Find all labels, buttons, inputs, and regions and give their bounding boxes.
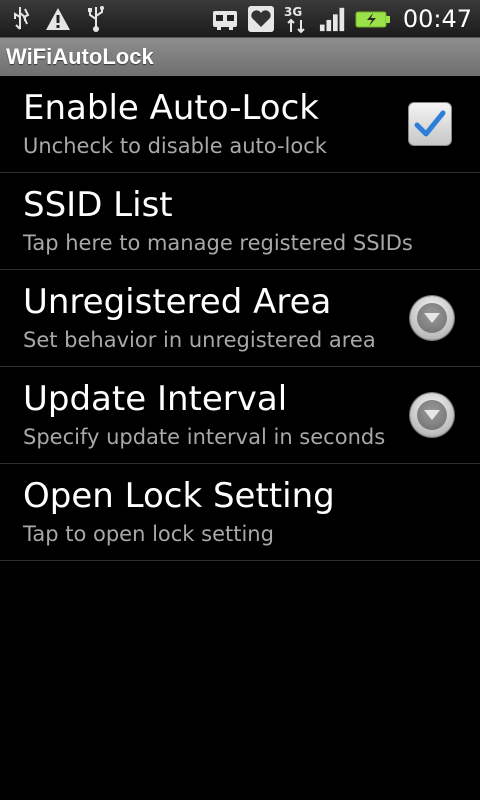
network-type-label: 3G [284,5,302,19]
pref-title: Open Lock Setting [23,476,335,516]
enable-auto-lock-checkbox[interactable] [408,102,452,146]
pref-title: Update Interval [23,379,288,419]
pref-ssid-list[interactable]: SSID List Tap here to manage registered … [0,173,480,270]
status-bar-right: 3G 00:47 [211,0,472,38]
usb-icon [82,5,110,33]
preferences-list: Enable Auto-Lock Uncheck to disable auto… [0,76,480,561]
pref-summary: Tap here to manage registered SSIDs [23,231,413,255]
warning-icon [44,5,72,33]
pref-title: Unregistered Area [23,282,332,322]
pref-summary: Uncheck to disable auto-lock [23,134,327,158]
checkmark-icon [414,110,446,137]
unregistered-area-dropdown[interactable] [410,296,454,340]
status-clock: 00:47 [402,5,472,33]
pref-update-interval[interactable]: Update Interval Specify update interval … [0,367,480,464]
pref-enable-auto-lock[interactable]: Enable Auto-Lock Uncheck to disable auto… [0,76,480,173]
pref-summary: Tap to open lock setting [23,522,274,546]
heart-icon [247,5,275,33]
status-bar-left [6,0,110,38]
usb-debug-icon [6,5,34,33]
signal-icon [319,5,347,33]
pref-title: Enable Auto-Lock [23,88,319,128]
pref-open-lock-setting[interactable]: Open Lock Setting Tap to open lock setti… [0,464,480,561]
update-interval-dropdown[interactable] [410,393,454,437]
pref-unregistered-area[interactable]: Unregistered Area Set behavior in unregi… [0,270,480,367]
pref-summary: Specify update interval in seconds [23,425,386,449]
chevron-down-icon [424,313,440,323]
3g-data-icon: 3G [283,5,311,34]
pref-title: SSID List [23,185,173,225]
robot-icon [211,5,239,33]
app-title: WiFiAutoLock [6,44,154,69]
status-bar: 3G 00:47 [0,0,480,38]
battery-charging-icon [355,5,391,33]
chevron-down-icon [424,410,440,420]
app-title-bar: WiFiAutoLock [0,38,480,76]
pref-summary: Set behavior in unregistered area [23,328,376,352]
